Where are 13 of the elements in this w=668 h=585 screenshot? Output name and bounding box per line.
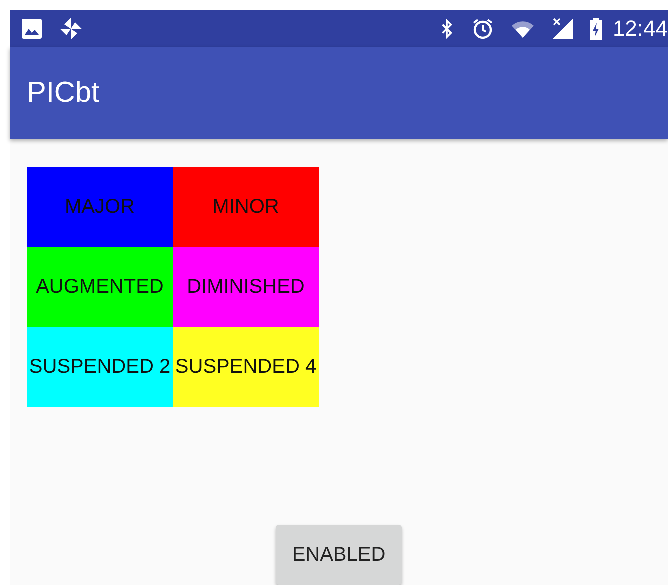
pinwheel-icon xyxy=(58,16,84,42)
signal-icon xyxy=(550,16,575,40)
enabled-button[interactable]: ENABLED xyxy=(276,525,402,585)
clock-time: 12:44 xyxy=(612,16,668,42)
image-icon xyxy=(20,16,44,40)
app-title: PICbt xyxy=(27,76,100,110)
chord-button[interactable]: SUSPENDED 4 xyxy=(173,327,319,407)
chord-button[interactable]: SUSPENDED 2 xyxy=(27,327,173,407)
alarm-clock-icon xyxy=(470,16,495,40)
battery-charging-icon xyxy=(588,16,603,40)
chord-button[interactable]: AUGMENTED xyxy=(27,247,173,327)
chord-button[interactable]: MINOR xyxy=(173,167,319,247)
chord-button[interactable]: DIMINISHED xyxy=(173,247,319,327)
